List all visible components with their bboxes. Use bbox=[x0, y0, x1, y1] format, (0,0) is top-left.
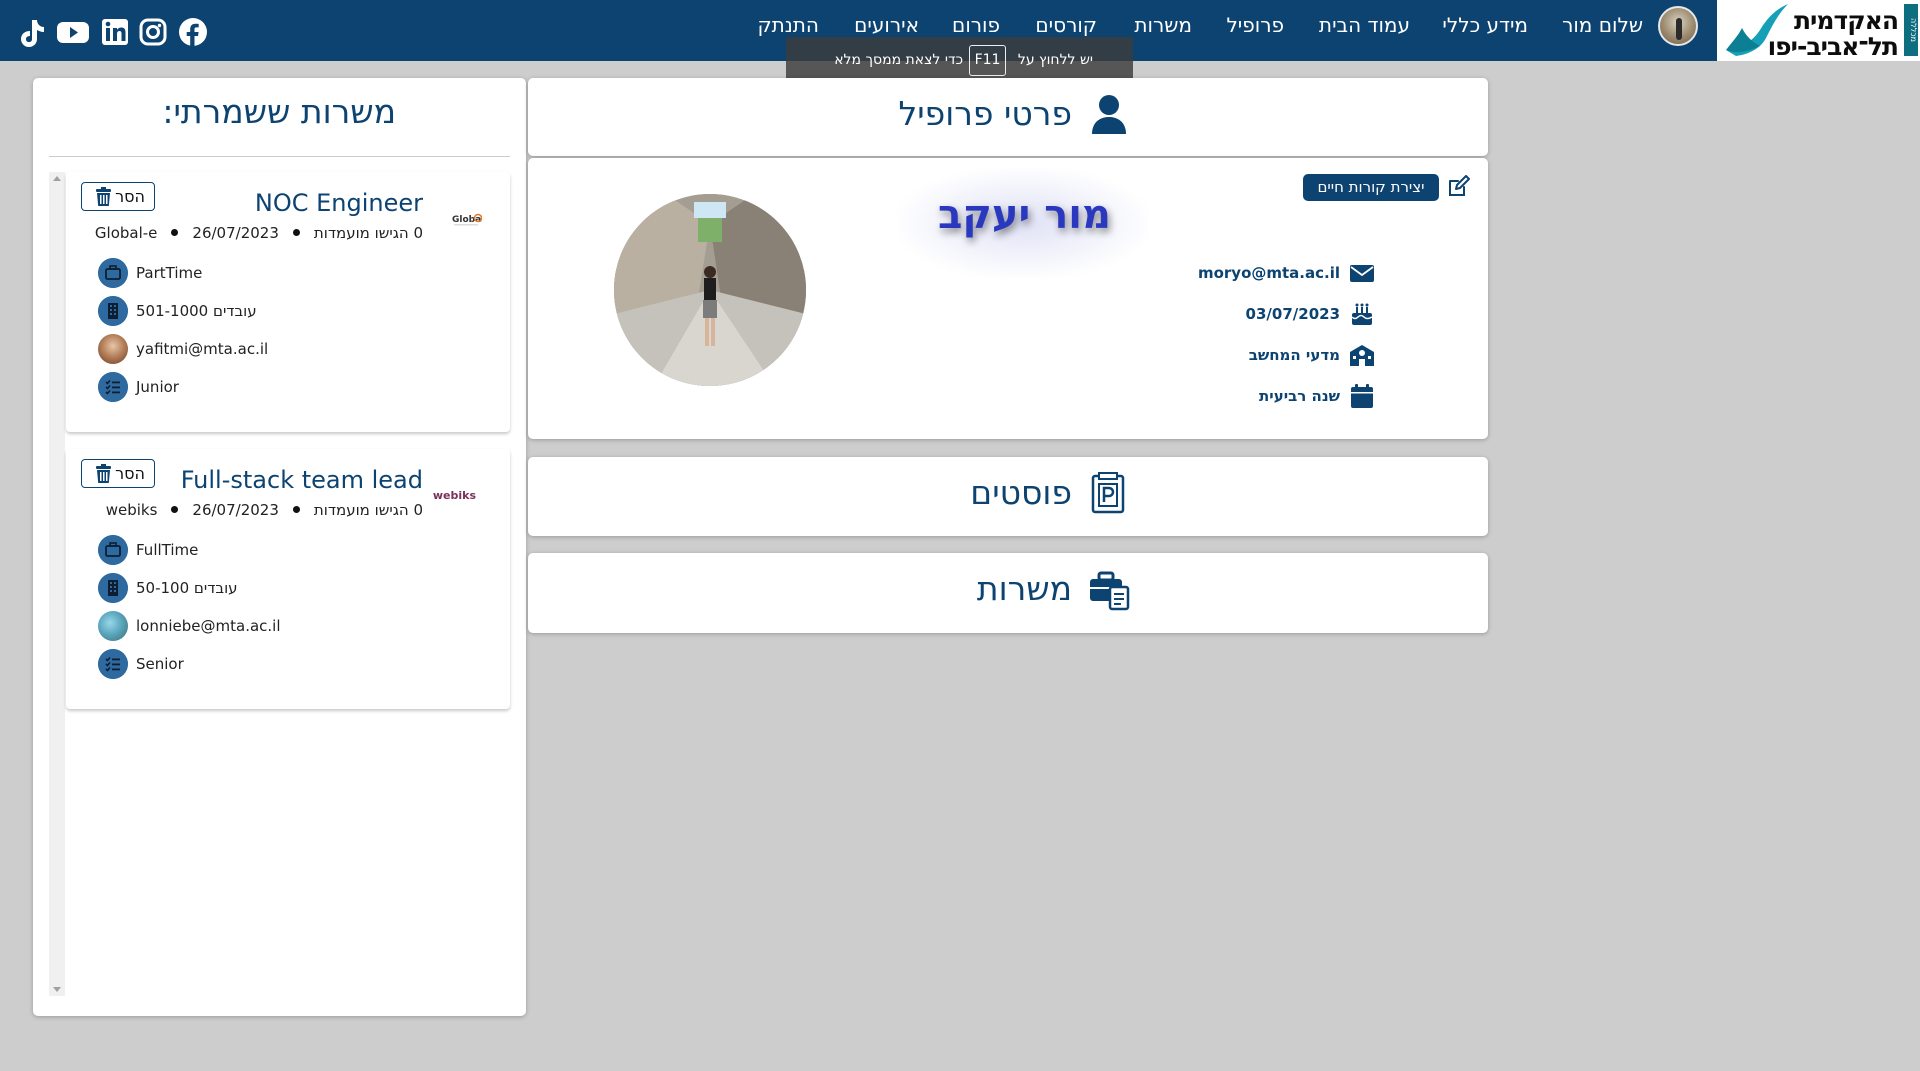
remove-label: הסר bbox=[115, 464, 145, 483]
school-icon bbox=[1350, 345, 1374, 366]
briefcase-icon bbox=[98, 535, 128, 565]
building-icon bbox=[98, 296, 128, 326]
linkedin-icon[interactable] bbox=[101, 17, 129, 47]
saved-job-card[interactable]: הסר Full-stack team lead webiks 0 הגישו … bbox=[66, 449, 510, 709]
create-cv-button[interactable]: יצירת קורות חיים bbox=[1303, 174, 1439, 201]
profile-details-card: יצירת קורות חיים מור יעקב moryo@mta.ac.i… bbox=[528, 158, 1488, 439]
profile-header-card[interactable]: פרטי פרופיל bbox=[528, 78, 1488, 156]
company-size: 501-1000 עובדים bbox=[136, 302, 257, 320]
list-check-icon bbox=[98, 649, 128, 679]
nav-item-general-info[interactable]: מידע כללי bbox=[1442, 13, 1528, 37]
job-level: Senior bbox=[136, 655, 184, 673]
job-meta: 0 הגישו מועמדות 26/07/2023 Global-e bbox=[95, 224, 423, 242]
separator-dot bbox=[171, 506, 179, 513]
nav-item-logout[interactable]: התנתק bbox=[757, 13, 819, 37]
job-type: PartTime bbox=[136, 264, 203, 282]
academy-logo[interactable]: האקדמית תל־אביב-יפו מכללה bbox=[1717, 0, 1920, 61]
posts-card[interactable]: פוסטים bbox=[528, 457, 1488, 536]
nav-item-profile[interactable]: פרופיל bbox=[1226, 13, 1284, 37]
toast-text-2: כדי לצאת ממסך מלא bbox=[834, 52, 963, 68]
briefcase-document-icon bbox=[1090, 571, 1130, 611]
contact-email[interactable]: yafitmi@mta.ac.il bbox=[136, 340, 268, 358]
briefcase-icon bbox=[98, 258, 128, 288]
logo-line-1: האקדמית bbox=[1793, 6, 1899, 35]
company-name: webiks bbox=[105, 501, 158, 519]
global-e-logo-icon: Global bbox=[452, 213, 484, 226]
company-size: 50-100 עובדים bbox=[136, 579, 238, 597]
greeting: שלום מור bbox=[1562, 13, 1643, 37]
job-level: Junior bbox=[136, 378, 179, 396]
company-logo: webiks bbox=[432, 489, 476, 502]
trash-icon bbox=[96, 187, 111, 206]
jobs-title: משרות bbox=[976, 569, 1072, 608]
instagram-icon[interactable] bbox=[139, 17, 167, 47]
job-title[interactable]: Full-stack team lead bbox=[181, 466, 423, 494]
nav-item-courses[interactable]: קורסים bbox=[1035, 13, 1097, 37]
cake-icon bbox=[1351, 303, 1373, 325]
job-meta: 0 הגישו מועמדות 26/07/2023 webiks bbox=[106, 501, 423, 519]
job-title[interactable]: NOC Engineer bbox=[255, 189, 423, 217]
scrollbar[interactable] bbox=[49, 172, 65, 996]
applicants-count: 0 הגישו מועמדות bbox=[313, 224, 423, 242]
nav-item-home[interactable]: עמוד הבית bbox=[1319, 13, 1410, 37]
envelope-icon bbox=[1350, 265, 1374, 282]
company-name: Global-e bbox=[94, 224, 158, 242]
nav-item-forum[interactable]: פורום bbox=[952, 13, 1000, 37]
user-avatar[interactable] bbox=[1658, 6, 1698, 46]
contact-avatar bbox=[98, 611, 128, 641]
contact-email[interactable]: lonniebe@mta.ac.il bbox=[136, 617, 281, 635]
separator-dot bbox=[171, 229, 179, 236]
profile-photo bbox=[614, 194, 806, 386]
jobs-card[interactable]: משרות bbox=[528, 553, 1488, 633]
contact-avatar bbox=[98, 334, 128, 364]
divider bbox=[49, 156, 510, 157]
profile-email: moryo@mta.ac.il bbox=[1197, 264, 1340, 282]
tiktok-icon[interactable] bbox=[16, 17, 46, 47]
profile-department: מדעי המחשב bbox=[1248, 346, 1340, 364]
saved-jobs-title: משרות ששמרתי: bbox=[162, 92, 396, 131]
profile-name: מור יעקב bbox=[938, 192, 1111, 238]
profile-header-title: פרטי פרופיל bbox=[898, 94, 1072, 133]
logo-strip: מכללה bbox=[1904, 4, 1918, 56]
job-date: 26/07/2023 bbox=[192, 224, 279, 242]
profile-photo-image bbox=[614, 194, 806, 386]
svg-text:Global: Global bbox=[452, 215, 482, 225]
calendar-icon bbox=[1351, 384, 1373, 408]
job-date: 26/07/2023 bbox=[192, 501, 279, 519]
profile-birthday: 03/07/2023 bbox=[1245, 305, 1340, 323]
trash-icon bbox=[96, 464, 111, 483]
company-logo: Global bbox=[452, 210, 484, 231]
toast-text-1: יש ללחוץ על bbox=[1017, 52, 1093, 68]
separator-dot bbox=[292, 506, 300, 513]
scroll-up-arrow[interactable] bbox=[53, 176, 61, 181]
list-check-icon bbox=[98, 372, 128, 402]
job-type: FullTime bbox=[136, 541, 199, 559]
remove-label: הסר bbox=[115, 187, 145, 206]
posts-icon bbox=[1091, 472, 1125, 514]
user-icon bbox=[1092, 95, 1126, 134]
applicants-count: 0 הגישו מועמדות bbox=[313, 501, 423, 519]
profile-year: שנה רביעית bbox=[1259, 387, 1340, 405]
youtube-icon[interactable] bbox=[56, 17, 90, 47]
remove-button[interactable]: הסר bbox=[81, 182, 155, 211]
logo-line-2: תל־אביב-יפו bbox=[1767, 32, 1899, 61]
nav-item-jobs[interactable]: משרות bbox=[1134, 13, 1192, 37]
posts-title: פוסטים bbox=[970, 473, 1072, 512]
saved-job-card[interactable]: הסר NOC Engineer Global 0 הגישו מועמדות 2… bbox=[66, 172, 510, 432]
separator-dot bbox=[292, 229, 300, 236]
scroll-down-arrow[interactable] bbox=[53, 987, 61, 992]
nav-item-events[interactable]: אירועים bbox=[854, 13, 919, 37]
edit-icon[interactable] bbox=[1446, 175, 1470, 199]
remove-button[interactable]: הסר bbox=[81, 459, 155, 488]
facebook-icon[interactable] bbox=[177, 17, 209, 47]
toast-key: F11 bbox=[969, 45, 1006, 76]
building-icon bbox=[98, 573, 128, 603]
